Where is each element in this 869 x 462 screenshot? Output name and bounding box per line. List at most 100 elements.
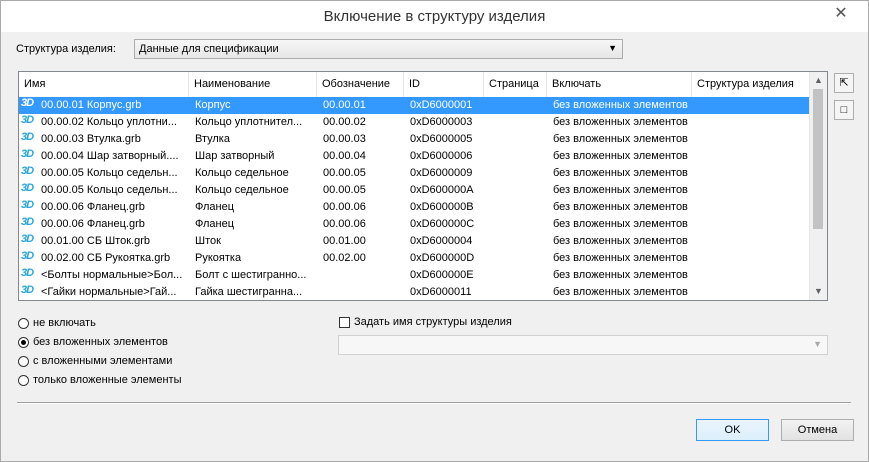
structure-label: Структура изделия: — [16, 43, 116, 55]
model-3d-icon: 3D — [21, 131, 34, 143]
structure-select-value: Данные для спецификации — [139, 43, 279, 55]
cell-include: без вложенных элементов — [553, 150, 688, 162]
chevron-down-icon: ▼ — [813, 339, 822, 349]
table-row[interactable]: 3D <Болты нормальные>Бол... Болт с шестигр… — [19, 267, 809, 284]
cell-designation: 00.00.01 — [323, 99, 366, 111]
close-button[interactable]: ✕ — [828, 3, 854, 25]
cell-title: Рукоятка — [195, 252, 242, 264]
title-bar: Включение в структуру изделия ✕ — [1, 1, 868, 32]
cell-id: 0xD6000011 — [410, 286, 472, 298]
set-structure-name-checkbox[interactable]: Задать имя структуры изделия — [339, 316, 512, 328]
radio-circle — [18, 317, 29, 329]
cell-id: 0xD6000005 — [410, 133, 473, 145]
select-cursor-button[interactable]: ⇱ — [834, 73, 854, 93]
cell-title: Корпус — [195, 99, 231, 111]
radio-not-include[interactable]: не включать — [18, 315, 96, 331]
cell-name: 00.00.06 Фланец.grb — [41, 218, 145, 230]
cell-include: без вложенных элементов — [553, 116, 688, 128]
model-3d-icon: 3D — [21, 199, 34, 211]
cell-include: без вложенных элементов — [553, 286, 688, 298]
cell-id: 0xD600000D — [410, 252, 475, 264]
scroll-down-icon[interactable]: ▼ — [810, 283, 827, 300]
divider — [17, 402, 851, 404]
scroll-up-icon[interactable]: ▲ — [810, 72, 827, 89]
ok-button[interactable]: OK — [696, 419, 769, 441]
cell-name: 00.00.02 Кольцо уплотни... — [41, 116, 177, 128]
frame-button[interactable]: □ — [834, 100, 854, 120]
cell-designation: 00.00.06 — [323, 201, 366, 213]
cell-id: 0xD6000009 — [410, 167, 473, 179]
table-row[interactable]: 3D 00.01.00 СБ Шток.grb Шток 00.01.00 0xD600… — [19, 233, 809, 250]
radio-label: с вложенными элементами — [33, 355, 173, 367]
cancel-button[interactable]: Отмена — [781, 419, 854, 441]
table-row[interactable]: 3D <Гайки нормальные>Гай... Гайка шестигра… — [19, 284, 809, 300]
cell-title: Втулка — [195, 133, 230, 145]
model-3d-icon: 3D — [21, 233, 34, 245]
chevron-down-icon: ▼ — [608, 43, 617, 53]
table-row[interactable]: 3D 00.00.02 Кольцо уплотни... Кольцо уплот… — [19, 114, 809, 131]
cell-name: 00.00.05 Кольцо седельн... — [41, 167, 178, 179]
elements-table[interactable]: Имя Наименование Обозначение ID Страница… — [18, 71, 828, 301]
col-header-designation[interactable]: Обозначение — [317, 72, 404, 97]
model-3d-icon: 3D — [21, 182, 34, 194]
scroll-thumb[interactable] — [813, 89, 823, 229]
structure-select[interactable]: Данные для спецификации ▼ — [134, 39, 623, 59]
cell-designation: 00.02.00 — [323, 252, 366, 264]
radio-circle — [18, 355, 29, 367]
cell-title: Кольцо седельное — [195, 167, 289, 179]
radio-with-nested[interactable]: с вложенными элементами — [18, 353, 172, 369]
cell-id: 0xD6000004 — [410, 235, 473, 247]
col-header-id[interactable]: ID — [404, 72, 484, 97]
cell-designation: 00.01.00 — [323, 235, 366, 247]
table-row[interactable]: 3D 00.00.04 Шар затворный.... Шар затворны… — [19, 148, 809, 165]
table-row[interactable]: 3D 00.00.06 Фланец.grb Фланец 00.00.06 0xD60… — [19, 199, 809, 216]
radio-circle — [18, 374, 29, 386]
col-header-page[interactable]: Страница — [484, 72, 547, 97]
col-header-include[interactable]: Включать — [547, 72, 692, 97]
table-header: Имя Наименование Обозначение ID Страница… — [19, 72, 809, 98]
cell-id: 0xD6000001 — [410, 99, 473, 111]
model-3d-icon: 3D — [21, 165, 34, 177]
cell-include: без вложенных элементов — [553, 269, 688, 281]
radio-only-nested[interactable]: только вложенные элементы — [18, 372, 182, 388]
model-3d-icon: 3D — [21, 250, 34, 262]
col-header-structure[interactable]: Структура изделия — [692, 72, 809, 97]
cell-title: Гайка шестигранна... — [195, 286, 303, 298]
radio-without-nested[interactable]: без вложенных элементов — [18, 334, 168, 350]
cell-id: 0xD600000A — [410, 184, 474, 196]
table-row[interactable]: 3D 00.00.05 Кольцо седельн... Кольцо седел… — [19, 182, 809, 199]
cell-include: без вложенных элементов — [553, 252, 688, 264]
checkbox-label: Задать имя структуры изделия — [354, 316, 512, 328]
structure-name-select: ▼ — [338, 335, 828, 355]
cell-designation: 00.00.03 — [323, 133, 366, 145]
cell-include: без вложенных элементов — [553, 184, 688, 196]
cell-name: 00.00.05 Кольцо седельн... — [41, 184, 178, 196]
table-row[interactable]: 3D 00.00.03 Втулка.grb Втулка 00.00.03 0xD60… — [19, 131, 809, 148]
cell-title: Болт с шестигранно... — [195, 269, 307, 281]
window-title: Включение в структуру изделия — [323, 8, 546, 25]
radio-circle — [18, 336, 29, 348]
select-cursor-icon: ⇱ — [839, 77, 849, 89]
cell-name: 00.02.00 СБ Рукоятка.grb — [41, 252, 171, 264]
model-3d-icon: 3D — [21, 284, 34, 296]
table-row[interactable]: 3D 00.02.00 СБ Рукоятка.grb Рукоятка 00.02.… — [19, 250, 809, 267]
radio-label: только вложенные элементы — [33, 374, 182, 386]
dialog-window: Включение в структуру изделия ✕ Структур… — [0, 0, 869, 462]
cell-id: 0xD600000B — [410, 201, 474, 213]
table-row[interactable]: 3D 00.00.01 Корпус.grb Корпус 00.00.01 0xD60… — [19, 97, 809, 114]
cell-name: 00.00.04 Шар затворный.... — [41, 150, 179, 162]
table-row[interactable]: 3D 00.00.05 Кольцо седельн... Кольцо седел… — [19, 165, 809, 182]
col-header-name[interactable]: Имя — [19, 72, 189, 97]
cell-name: <Гайки нормальные>Гай... — [41, 286, 177, 298]
col-header-title[interactable]: Наименование — [189, 72, 317, 97]
table-row[interactable]: 3D 00.00.06 Фланец.grb Фланец 00.00.06 0xD60… — [19, 216, 809, 233]
cell-title: Кольцо уплотнител... — [195, 116, 303, 128]
cell-title: Шар затворный — [195, 150, 275, 162]
cell-title: Шток — [195, 235, 221, 247]
cell-name: <Болты нормальные>Бол... — [41, 269, 183, 281]
radio-label: не включать — [33, 317, 96, 329]
cell-name: 00.00.01 Корпус.grb — [41, 99, 142, 111]
vertical-scrollbar[interactable]: ▲ ▼ — [809, 72, 827, 300]
model-3d-icon: 3D — [21, 97, 34, 109]
cell-designation: 00.00.04 — [323, 150, 366, 162]
